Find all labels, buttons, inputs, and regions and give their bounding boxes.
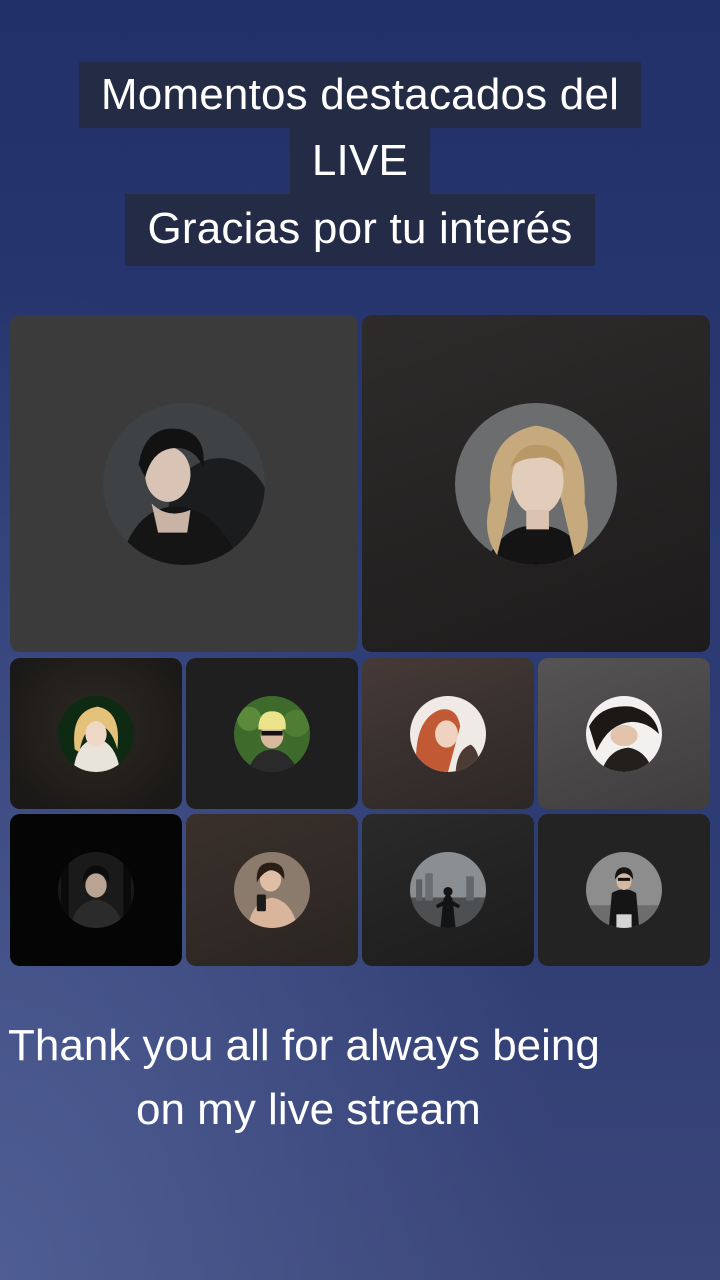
user-avatar-dim-icon xyxy=(58,852,134,928)
participant-tile-2[interactable] xyxy=(362,315,710,652)
thank-you-line-1: Thank you all for always being xyxy=(8,1021,600,1070)
title-line-2: LIVE xyxy=(289,128,431,194)
participant-tile-3[interactable] xyxy=(10,658,182,809)
user-avatar-silhouette-icon xyxy=(410,852,486,928)
participant-tile-1[interactable] xyxy=(10,315,358,652)
participant-tile-7[interactable] xyxy=(10,814,182,966)
user-avatar-redhead-icon xyxy=(410,695,486,772)
user-avatar-blonde-icon xyxy=(58,695,134,772)
user-avatar-street-icon xyxy=(586,852,662,928)
user-avatar-man-dark-hair-icon xyxy=(103,402,265,565)
title-line-1: Momentos destacados del xyxy=(78,62,642,128)
thank-you-line-2: on my live stream xyxy=(136,1085,481,1134)
user-avatar-man-blonde-hair-icon xyxy=(455,402,617,565)
participant-tile-5[interactable] xyxy=(362,658,534,809)
title-line-3: Gracias por tu interés xyxy=(125,194,595,266)
user-avatar-beanie-icon xyxy=(234,695,310,772)
participant-tile-6[interactable] xyxy=(538,658,710,809)
participant-tile-10[interactable] xyxy=(538,814,710,966)
user-avatar-dark-hair-woman-icon xyxy=(586,695,662,772)
participant-tile-9[interactable] xyxy=(362,814,534,966)
participant-tile-8[interactable] xyxy=(186,814,358,966)
participant-tile-4[interactable] xyxy=(186,658,358,809)
title-block: Momentos destacados del LIVE Gracias por… xyxy=(0,62,720,266)
user-avatar-selfie-icon xyxy=(234,852,310,928)
